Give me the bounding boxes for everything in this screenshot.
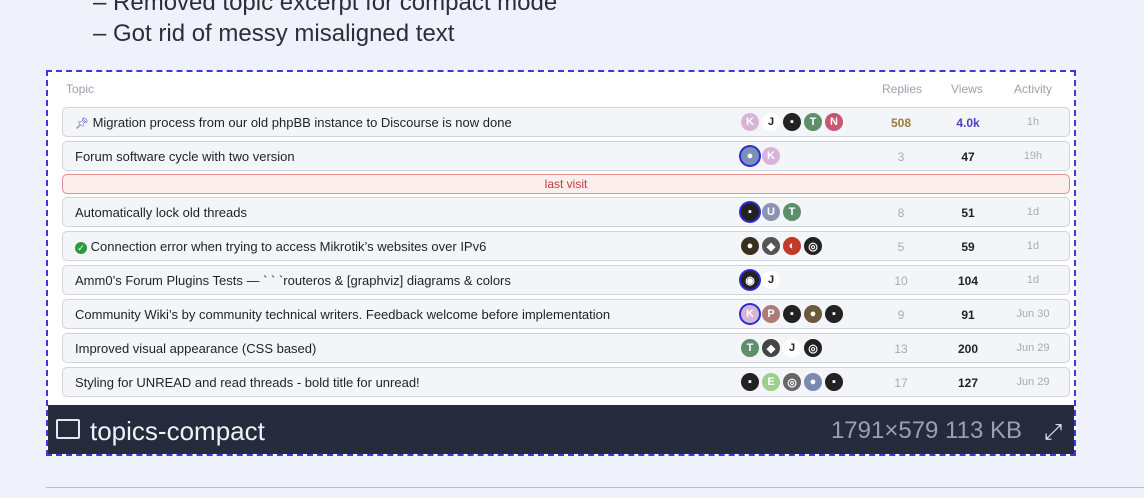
topic-title[interactable]: Amm0’s Forum Plugins Tests — ` ` `router… (75, 273, 511, 288)
poster-avatars: ◉ J (741, 271, 780, 289)
views-count: 91 (961, 308, 975, 322)
topic-row[interactable]: Amm0’s Forum Plugins Tests — ` ` `router… (62, 265, 1070, 295)
image-caption-bar: topics-compact 1791×579 113 KB ⤢ (48, 405, 1074, 454)
image-filename: topics-compact (90, 416, 265, 446)
avatar[interactable]: P (762, 305, 780, 323)
header-replies[interactable]: Replies (882, 82, 922, 96)
replies-count: 508 (890, 116, 912, 130)
avatar[interactable]: ▪ (783, 113, 801, 131)
avatar[interactable]: ◆ (762, 339, 780, 357)
activity-time[interactable]: 1d (1013, 274, 1053, 286)
bullet-item: – Got rid of messy misaligned text (93, 20, 455, 47)
views-count: 127 (957, 376, 979, 390)
activity-time[interactable]: 1d (1013, 240, 1053, 252)
table-header: Topic Replies Views Activity (48, 82, 1074, 102)
avatar[interactable]: ▪ (741, 203, 759, 221)
avatar[interactable]: ◎ (804, 339, 822, 357)
poster-avatars: ▪ E ◎ ● ▪ (741, 373, 843, 391)
image-preview[interactable]: Topic Replies Views Activity 📌︎ Migratio… (46, 70, 1076, 456)
avatar[interactable]: U (762, 203, 780, 221)
avatar[interactable]: ● (804, 305, 822, 323)
activity-time[interactable]: 1h (1013, 116, 1053, 128)
poster-avatars: ● K (741, 147, 780, 165)
avatar[interactable]: T (741, 339, 759, 357)
avatar[interactable]: ◎ (804, 237, 822, 255)
topic-title[interactable]: 📌︎ Migration process from our old phpBB … (75, 115, 512, 130)
poster-avatars: T ◆ J ◎ (741, 339, 822, 357)
expand-icon[interactable]: ⤢ (1044, 419, 1062, 445)
topic-row[interactable]: Styling for UNREAD and read threads - bo… (62, 367, 1070, 397)
avatar[interactable]: K (762, 147, 780, 165)
topic-title[interactable]: Improved visual appearance (CSS based) (75, 341, 316, 356)
bullet-item: – Removed topic excerpt for compact mode (93, 0, 558, 16)
views-count: 59 (961, 240, 975, 254)
activity-time[interactable]: Jun 30 (1013, 308, 1053, 320)
topic-title[interactable]: ✓ Connection error when trying to access… (75, 239, 486, 254)
topic-title[interactable]: Automatically lock old threads (75, 205, 247, 220)
divider (46, 487, 1144, 488)
avatar[interactable]: K (741, 305, 759, 323)
avatar[interactable]: T (783, 203, 801, 221)
image-icon (56, 419, 80, 439)
activity-time[interactable]: 1d (1013, 206, 1053, 218)
avatar[interactable]: J (762, 113, 780, 131)
topic-row[interactable]: Community Wiki’s by community technical … (62, 299, 1070, 329)
avatar[interactable]: ◉ (741, 271, 759, 289)
avatar[interactable]: ▪ (783, 305, 801, 323)
avatar[interactable]: ◎ (783, 373, 801, 391)
avatar[interactable]: N (825, 113, 843, 131)
header-topic[interactable]: Topic (66, 82, 94, 96)
image-meta: 1791×579 113 KB (830, 417, 1022, 444)
header-activity[interactable]: Activity (1014, 82, 1052, 96)
avatar[interactable]: ● (741, 237, 759, 255)
views-count: 4.0k (956, 116, 980, 130)
topic-title[interactable]: Styling for UNREAD and read threads - bo… (75, 375, 420, 390)
replies-count: 13 (894, 342, 908, 356)
poster-avatars: ● ◆ ◐ ◎ (741, 237, 822, 255)
avatar[interactable]: ◆ (762, 237, 780, 255)
topic-row[interactable]: Forum software cycle with two version ● … (62, 141, 1070, 171)
views-count: 200 (957, 342, 979, 356)
replies-count: 17 (894, 376, 908, 390)
replies-count: 8 (897, 206, 905, 220)
avatar[interactable]: ◐ (783, 237, 801, 255)
avatar[interactable]: ▪ (825, 373, 843, 391)
poster-avatars: K J ▪ T N (741, 113, 843, 131)
avatar[interactable]: K (741, 113, 759, 131)
topic-title[interactable]: Forum software cycle with two version (75, 149, 295, 164)
replies-count: 3 (897, 150, 905, 164)
topic-row[interactable]: Automatically lock old threads ▪ U T 8 5… (62, 197, 1070, 227)
activity-time[interactable]: Jun 29 (1013, 376, 1053, 388)
replies-count: 5 (897, 240, 905, 254)
pin-icon: 📌︎ (75, 118, 89, 130)
header-views[interactable]: Views (951, 82, 983, 96)
topic-row[interactable]: ✓ Connection error when trying to access… (62, 231, 1070, 261)
avatar[interactable]: ▪ (741, 373, 759, 391)
poster-avatars: ▪ U T (741, 203, 801, 221)
avatar[interactable]: E (762, 373, 780, 391)
views-count: 51 (961, 206, 975, 220)
solved-check-icon: ✓ (75, 242, 87, 254)
poster-avatars: K P ▪ ● ▪ (741, 305, 843, 323)
avatar[interactable]: J (762, 271, 780, 289)
avatar[interactable]: ● (741, 147, 759, 165)
views-count: 47 (961, 150, 975, 164)
replies-count: 10 (894, 274, 908, 288)
activity-time[interactable]: 19h (1013, 150, 1053, 162)
last-visit-divider: last visit (62, 174, 1070, 194)
topic-title[interactable]: Community Wiki’s by community technical … (75, 307, 610, 322)
replies-count: 9 (897, 308, 905, 322)
avatar[interactable]: ● (804, 373, 822, 391)
views-count: 104 (957, 274, 979, 288)
avatar[interactable]: T (804, 113, 822, 131)
avatar[interactable]: J (783, 339, 801, 357)
changelog-bullets: – Removed topic excerpt for compact mode… (93, 0, 557, 50)
topic-row[interactable]: Improved visual appearance (CSS based) T… (62, 333, 1070, 363)
avatar[interactable]: ▪ (825, 305, 843, 323)
topic-row[interactable]: 📌︎ Migration process from our old phpBB … (62, 107, 1070, 137)
activity-time[interactable]: Jun 29 (1013, 342, 1053, 354)
